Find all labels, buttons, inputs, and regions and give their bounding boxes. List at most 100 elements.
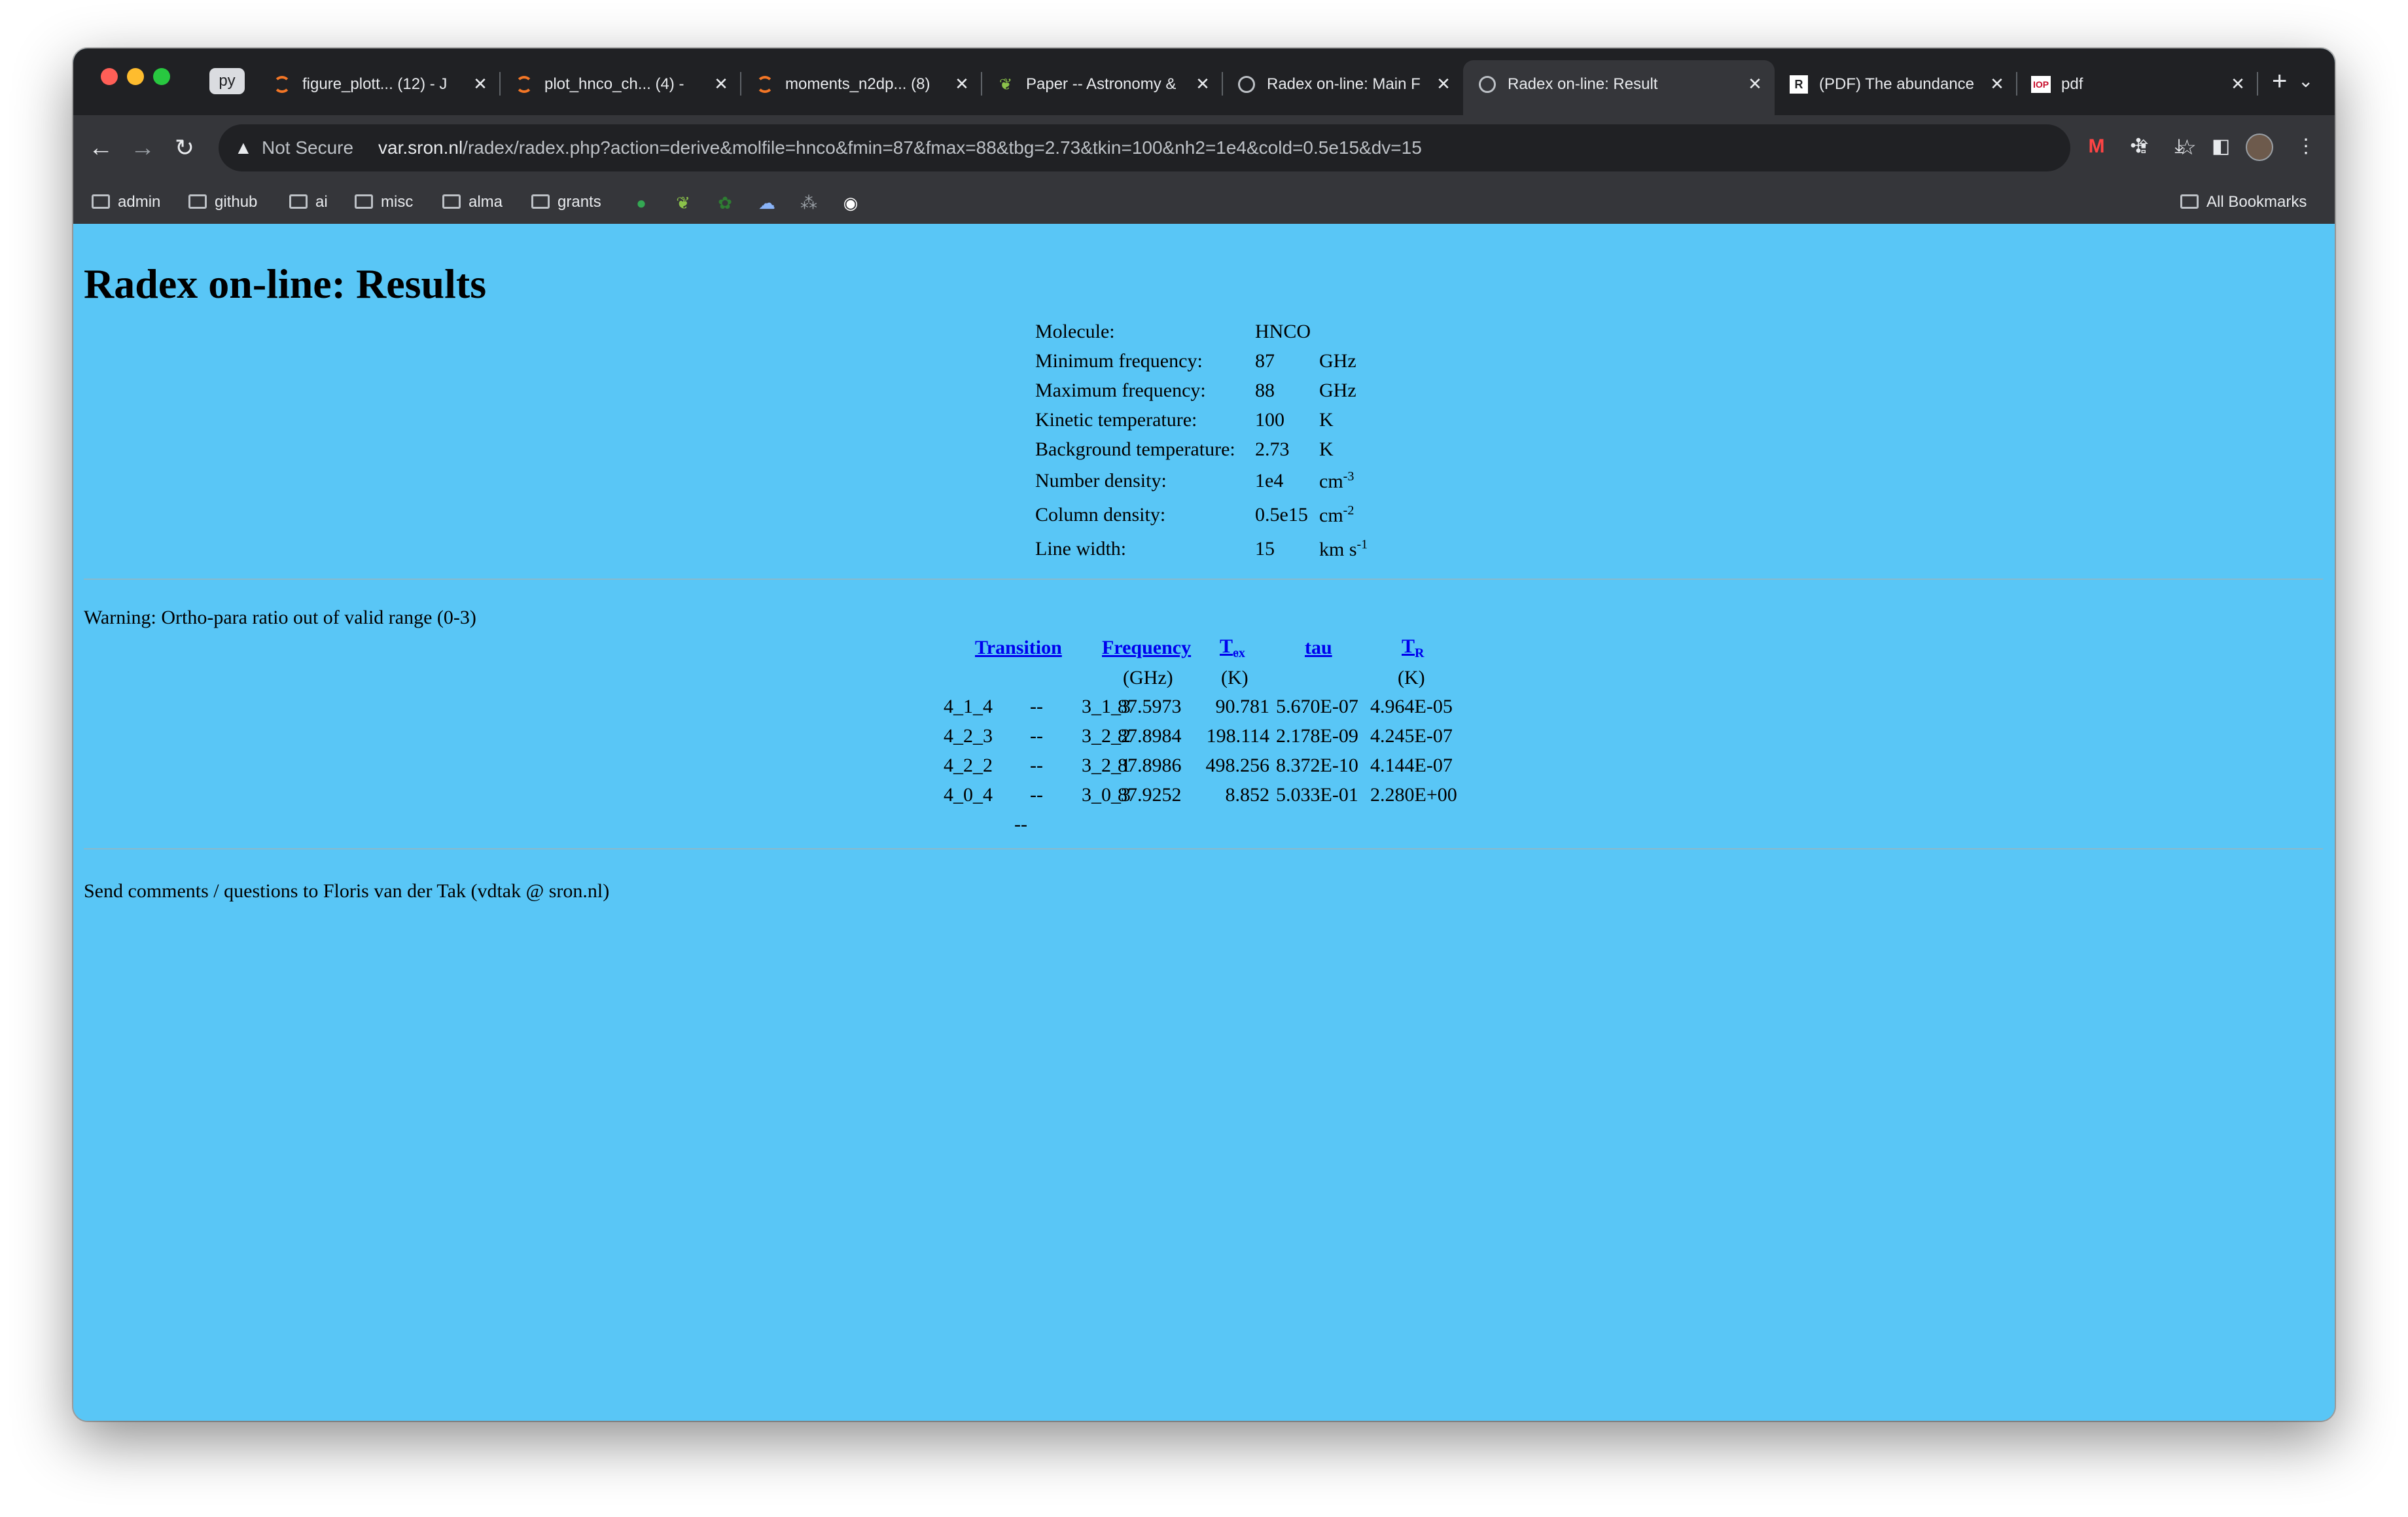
cell-freq: 87.8984 bbox=[1118, 725, 1182, 747]
side-panel-icon[interactable]: ◧ bbox=[2206, 132, 2235, 161]
address-bar[interactable]: ▲ Not Secure var.sron.nl/radex/radex.php… bbox=[219, 124, 2197, 171]
toolbar: ← → ↻ ▲ Not Secure var.sron.nl/radex/rad… bbox=[73, 115, 2335, 181]
cell-upper: 4_2_3 bbox=[944, 725, 993, 747]
tab-radex-results[interactable]: Radex on-line: Result ✕ bbox=[1463, 60, 1775, 115]
header-tr-link[interactable]: TR bbox=[1402, 635, 1424, 665]
close-icon[interactable]: ✕ bbox=[951, 73, 972, 94]
window-minimize-button[interactable] bbox=[127, 68, 144, 85]
extension-red-icon[interactable]: M bbox=[2082, 132, 2111, 161]
header-tex-link[interactable]: Tex bbox=[1220, 635, 1245, 665]
puzzle-extensions-icon[interactable]: ✣ bbox=[2124, 132, 2153, 161]
cell-dash: -- bbox=[1030, 696, 1043, 717]
trailing-dash: -- bbox=[1014, 813, 1027, 835]
unit-tr: (K) bbox=[1398, 667, 1425, 688]
cell-tex: 198.114 bbox=[1206, 725, 1269, 747]
warning-message: Warning: Ortho-para ratio out of valid r… bbox=[84, 607, 476, 628]
param-row-cold: Column density: 0.5e15 cm-2 bbox=[1035, 503, 1354, 526]
folder-icon bbox=[289, 194, 308, 209]
cell-tex: 90.781 bbox=[1215, 696, 1270, 717]
tab-moments-n2dp[interactable]: moments_n2dp... (8) ✕ bbox=[741, 60, 982, 107]
all-bookmarks-button[interactable]: All Bookmarks bbox=[2180, 191, 2307, 213]
tab-search-chevron-icon[interactable]: ⌄ bbox=[2298, 68, 2313, 94]
header-tau-link[interactable]: tau bbox=[1305, 636, 1332, 660]
cell-dash: -- bbox=[1030, 784, 1043, 806]
people-icon[interactable]: ⁂ bbox=[798, 192, 819, 213]
iop-icon: IOP bbox=[2031, 75, 2051, 94]
bookmark-folder-grants[interactable]: grants bbox=[531, 191, 601, 213]
parameters-table: Molecule: HNCO Minimum frequency: 87 GHz… bbox=[1035, 317, 1368, 566]
param-row-fmax: Maximum frequency: 88 GHz bbox=[1035, 379, 1356, 401]
window-maximize-button[interactable] bbox=[153, 68, 170, 85]
cell-tau: 2.178E-09 bbox=[1276, 725, 1358, 747]
cloud-icon[interactable]: ☁ bbox=[756, 192, 777, 213]
new-tab-button[interactable]: + bbox=[2272, 68, 2287, 94]
param-row-nh2: Number density: 1e4 cm-3 bbox=[1035, 469, 1354, 492]
forward-arrow-icon[interactable]: → bbox=[128, 134, 157, 162]
tab-figure-plotting[interactable]: figure_plott... (12) - J ✕ bbox=[258, 60, 501, 107]
cell-upper: 4_1_4 bbox=[944, 696, 993, 717]
back-arrow-icon[interactable]: ← bbox=[86, 134, 115, 162]
plant-icon[interactable]: ✿ bbox=[715, 192, 735, 213]
tab-plot-hnco[interactable]: plot_hnco_ch... (4) - ✕ bbox=[500, 60, 741, 107]
bookmark-folder-github[interactable]: github bbox=[188, 191, 257, 213]
bookmark-folder-alma[interactable]: alma bbox=[442, 191, 503, 213]
param-row-tbg: Background temperature: 2.73 K bbox=[1035, 438, 1334, 460]
footer-contact: Send comments / questions to Floris van … bbox=[84, 880, 610, 902]
page-title: Radex on-line: Results bbox=[84, 260, 487, 307]
folder-icon bbox=[188, 194, 207, 209]
header-transition-link[interactable]: Transition bbox=[975, 636, 1062, 660]
close-icon[interactable]: ✕ bbox=[1192, 73, 1213, 94]
tab-radex-main[interactable]: Radex on-line: Main F ✕ bbox=[1222, 60, 1463, 107]
cell-tau: 5.033E-01 bbox=[1276, 784, 1358, 806]
cell-tr: 4.964E-05 bbox=[1370, 696, 1453, 717]
page-content: Radex on-line: Results Molecule: HNCO Mi… bbox=[73, 224, 2335, 1421]
tab-pdf[interactable]: IOP pdf ✕ bbox=[2017, 60, 2258, 107]
jupyter-icon bbox=[755, 75, 775, 94]
close-icon[interactable]: ✕ bbox=[470, 73, 491, 94]
folder-icon bbox=[355, 194, 373, 209]
unit-frequency: (GHz) bbox=[1123, 667, 1173, 688]
bookmark-folder-admin[interactable]: admin bbox=[92, 191, 160, 213]
kebab-menu-icon[interactable]: ⋮ bbox=[2292, 132, 2320, 161]
cell-tau: 5.670E-07 bbox=[1276, 696, 1358, 717]
jupyter-icon bbox=[514, 75, 534, 94]
tab-pdf-abundance[interactable]: R (PDF) The abundance ✕ bbox=[1775, 60, 2017, 107]
folder-icon bbox=[2180, 194, 2199, 209]
close-icon[interactable]: ✕ bbox=[1433, 73, 1454, 94]
cell-upper: 4_2_2 bbox=[944, 755, 993, 776]
cell-freq: 87.9252 bbox=[1118, 784, 1182, 806]
security-label[interactable]: Not Secure bbox=[262, 136, 353, 160]
url-text[interactable]: var.sron.nl/radex/radex.php?action=deriv… bbox=[378, 136, 1422, 160]
grammarly-icon[interactable]: ● bbox=[631, 192, 652, 213]
globe-icon bbox=[1478, 75, 1497, 94]
close-icon[interactable]: ✕ bbox=[1987, 73, 2008, 94]
browser-window: py figure_plott... (12) - J ✕ plot_hnco_… bbox=[73, 48, 2335, 1421]
bookmark-folder-misc[interactable]: misc bbox=[355, 191, 413, 213]
reload-icon[interactable]: ↻ bbox=[170, 134, 199, 162]
leaf-icon[interactable]: ❦ bbox=[673, 192, 694, 213]
profile-avatar[interactable] bbox=[2246, 134, 2273, 161]
header-frequency-link[interactable]: Frequency bbox=[1102, 636, 1191, 660]
tab-paper-astronomy[interactable]: ❦ Paper -- Astronomy & ✕ bbox=[982, 60, 1223, 107]
close-icon[interactable]: ✕ bbox=[1744, 73, 1765, 94]
bookmark-folder-ai[interactable]: ai bbox=[289, 191, 328, 213]
cell-tau: 8.372E-10 bbox=[1276, 755, 1358, 776]
close-icon[interactable]: ✕ bbox=[2227, 73, 2248, 94]
cell-dash: -- bbox=[1030, 755, 1043, 776]
horizontal-rule bbox=[84, 579, 2323, 580]
folder-icon bbox=[92, 194, 110, 209]
github-icon[interactable]: ◉ bbox=[840, 192, 861, 213]
pinned-tab[interactable]: py bbox=[209, 68, 245, 94]
close-icon[interactable]: ✕ bbox=[711, 73, 732, 94]
cell-upper: 4_0_4 bbox=[944, 784, 993, 806]
cell-tr: 2.280E+00 bbox=[1370, 784, 1457, 806]
globe-icon bbox=[1237, 75, 1256, 94]
cell-tr: 4.245E-07 bbox=[1370, 725, 1453, 747]
param-row-tkin: Kinetic temperature: 100 K bbox=[1035, 408, 1334, 431]
leaf-icon: ❦ bbox=[999, 75, 1013, 94]
cell-freq: 87.8986 bbox=[1118, 755, 1182, 776]
warning-triangle-icon: ▲ bbox=[234, 137, 253, 158]
window-close-button[interactable] bbox=[101, 68, 118, 85]
download-icon[interactable]: ⤓ bbox=[2165, 132, 2193, 161]
cell-tr: 4.144E-07 bbox=[1370, 755, 1453, 776]
